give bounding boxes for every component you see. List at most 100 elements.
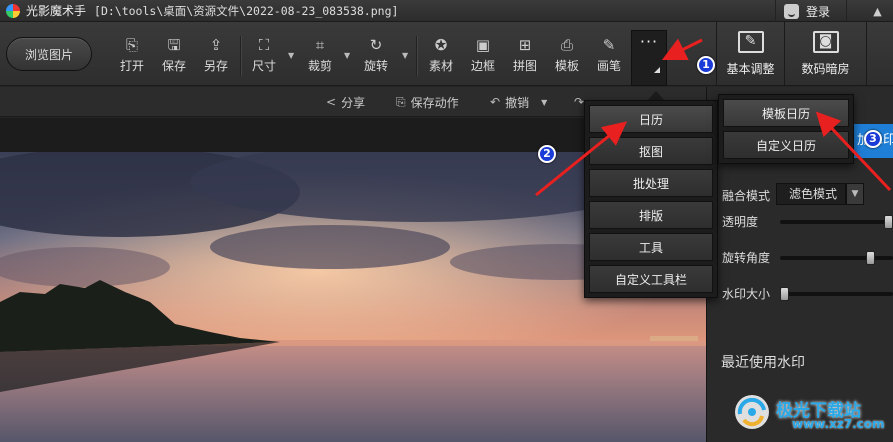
- template-icon: ⎙: [560, 36, 573, 54]
- basic-adjust-label: 基本调整: [726, 62, 775, 76]
- chevron-up-icon[interactable]: ▲: [862, 0, 893, 22]
- darkroom-tab[interactable]: ◙ 数码暗房: [784, 22, 866, 86]
- share-icon: <: [326, 95, 337, 109]
- material-icon: ✪: [434, 36, 448, 54]
- browse-images-button[interactable]: 浏览图片: [6, 37, 92, 71]
- site-watermark: 极光下载站 www.xz7.com: [732, 392, 892, 438]
- brush-button[interactable]: ✎ 画笔: [591, 36, 627, 80]
- undo-button[interactable]: ↶ 撤销 ▼: [490, 94, 552, 110]
- user-icon: [784, 3, 799, 19]
- share-label: 分享: [341, 95, 366, 110]
- more-tools-button[interactable]: ···: [631, 30, 667, 86]
- undo-label: 撤销: [505, 95, 530, 110]
- menu-item-template-calendar[interactable]: 模板日历: [723, 99, 849, 127]
- crop-icon: ⌗: [315, 36, 325, 54]
- more-dots-icon: ···: [639, 32, 659, 51]
- basic-adjust-tab[interactable]: ✎ 基本调整: [716, 22, 784, 86]
- step-badge-1: 1: [697, 56, 715, 74]
- save-button[interactable]: 🖫 保存: [156, 36, 192, 80]
- share-button[interactable]: < 分享: [326, 94, 365, 110]
- next-tab[interactable]: [866, 22, 893, 86]
- menu-item-layout[interactable]: 排版: [589, 201, 713, 229]
- collage-button[interactable]: ⊞ 拼图: [507, 36, 543, 80]
- menu-item-custom-toolbar[interactable]: 自定义工具栏: [589, 265, 713, 293]
- collage-icon: ⊞: [518, 36, 532, 54]
- blend-mode-select[interactable]: 滤色模式: [776, 183, 846, 205]
- toolbar-divider: [416, 36, 417, 76]
- camera-icon: ◙: [812, 31, 839, 53]
- crop-label: 裁剪: [307, 59, 332, 73]
- save-as-icon: ⇪: [209, 36, 223, 54]
- size-icon: ⛶: [258, 36, 270, 54]
- undo-icon: ↶: [490, 95, 501, 109]
- watermark-url: www.xz7.com: [792, 417, 885, 431]
- opacity-slider-handle[interactable]: [884, 215, 893, 229]
- step-badge-2: 2: [538, 145, 556, 163]
- login-button[interactable]: 登录: [775, 0, 847, 22]
- undo-dropdown-icon[interactable]: ▼: [541, 98, 547, 107]
- chevron-down-icon[interactable]: ▼: [846, 183, 864, 205]
- template-button[interactable]: ⎙ 模板: [549, 36, 585, 80]
- rotate-icon: ↻: [369, 36, 383, 54]
- menu-item-calendar[interactable]: 日历: [589, 105, 713, 133]
- watermark-size-slider[interactable]: [780, 287, 893, 301]
- menu-item-custom-calendar[interactable]: 自定义日历: [723, 131, 849, 159]
- more-tools-menu: 日历 抠图 批处理 排版 工具 自定义工具栏: [584, 100, 718, 298]
- crop-button[interactable]: ⌗ 裁剪: [302, 36, 338, 80]
- edit-icon: ✎: [737, 31, 764, 53]
- save-action-label: 保存动作: [410, 95, 459, 110]
- opacity-label: 透明度: [722, 215, 759, 229]
- watermark-size-label: 水印大小: [722, 287, 771, 301]
- corner-triangle-icon: [654, 67, 660, 73]
- menu-item-tools[interactable]: 工具: [589, 233, 713, 261]
- save-action-icon: ⎘: [396, 94, 406, 109]
- app-name: 光影魔术手: [26, 4, 87, 18]
- save-as-button[interactable]: ⇪ 另存: [198, 36, 234, 80]
- redo-icon: ↷: [574, 95, 585, 109]
- open-label: 打开: [119, 59, 144, 73]
- watermark-logo-icon: [735, 395, 769, 429]
- border-icon: ▣: [475, 36, 491, 54]
- size-button[interactable]: ⛶ 尺寸: [246, 36, 282, 80]
- rotate-angle-label: 旋转角度: [722, 251, 771, 265]
- save-icon: 🖫: [167, 36, 181, 54]
- menu-item-batch[interactable]: 批处理: [589, 169, 713, 197]
- rotate-dropdown-arrow-icon[interactable]: ▼: [402, 52, 410, 60]
- size-label: 尺寸: [251, 59, 276, 73]
- toolbar-divider: [240, 36, 241, 76]
- template-label: 模板: [554, 59, 579, 73]
- material-label: 素材: [428, 59, 453, 73]
- crop-dropdown-arrow-icon[interactable]: ▼: [344, 52, 352, 60]
- rotate-angle-slider[interactable]: [780, 251, 893, 265]
- rotate-button[interactable]: ↻ 旋转: [358, 36, 394, 80]
- darkroom-label: 数码暗房: [801, 62, 850, 76]
- app-window: 光影魔术手 [D:\tools\桌面\资源文件\2022-08-23_08353…: [0, 0, 893, 442]
- open-icon: ⎘: [125, 36, 138, 54]
- border-label: 边框: [470, 59, 495, 73]
- watermark-size-slider-handle[interactable]: [780, 287, 789, 301]
- app-logo-icon: [6, 3, 20, 18]
- save-action-button[interactable]: ⎘ 保存动作: [396, 94, 459, 110]
- title-bar: 光影魔术手 [D:\tools\桌面\资源文件\2022-08-23_08353…: [0, 0, 893, 22]
- brush-label: 画笔: [596, 59, 621, 73]
- size-dropdown-arrow-icon[interactable]: ▼: [288, 52, 296, 60]
- login-label: 登录: [806, 4, 831, 19]
- save-label: 保存: [161, 59, 186, 73]
- blend-mode-label: 融合模式: [722, 189, 771, 203]
- save-as-label: 另存: [203, 59, 228, 73]
- brush-icon: ✎: [602, 36, 616, 54]
- border-button[interactable]: ▣ 边框: [465, 36, 501, 80]
- file-path: [D:\tools\桌面\资源文件\2022-08-23_083538.png]: [94, 3, 399, 18]
- rotate-label: 旋转: [363, 59, 388, 73]
- recent-watermarks-title: 最近使用水印: [721, 355, 805, 371]
- step-badge-3: 3: [864, 130, 882, 148]
- opacity-slider[interactable]: [780, 215, 893, 229]
- main-toolbar: 浏览图片 ⎘ 打开 🖫 保存 ⇪ 另存 ⛶ 尺寸 ▼ ⌗ 裁剪 ▼ ↻ 旋转 ▼: [0, 22, 893, 86]
- open-button[interactable]: ⎘ 打开: [114, 36, 150, 80]
- menu-item-cutout[interactable]: 抠图: [589, 137, 713, 165]
- material-button[interactable]: ✪ 素材: [423, 36, 459, 80]
- popup-notch: [648, 91, 664, 100]
- calendar-submenu: 模板日历 自定义日历: [718, 94, 854, 164]
- collage-label: 拼图: [512, 59, 537, 73]
- rotate-angle-slider-handle[interactable]: [866, 251, 875, 265]
